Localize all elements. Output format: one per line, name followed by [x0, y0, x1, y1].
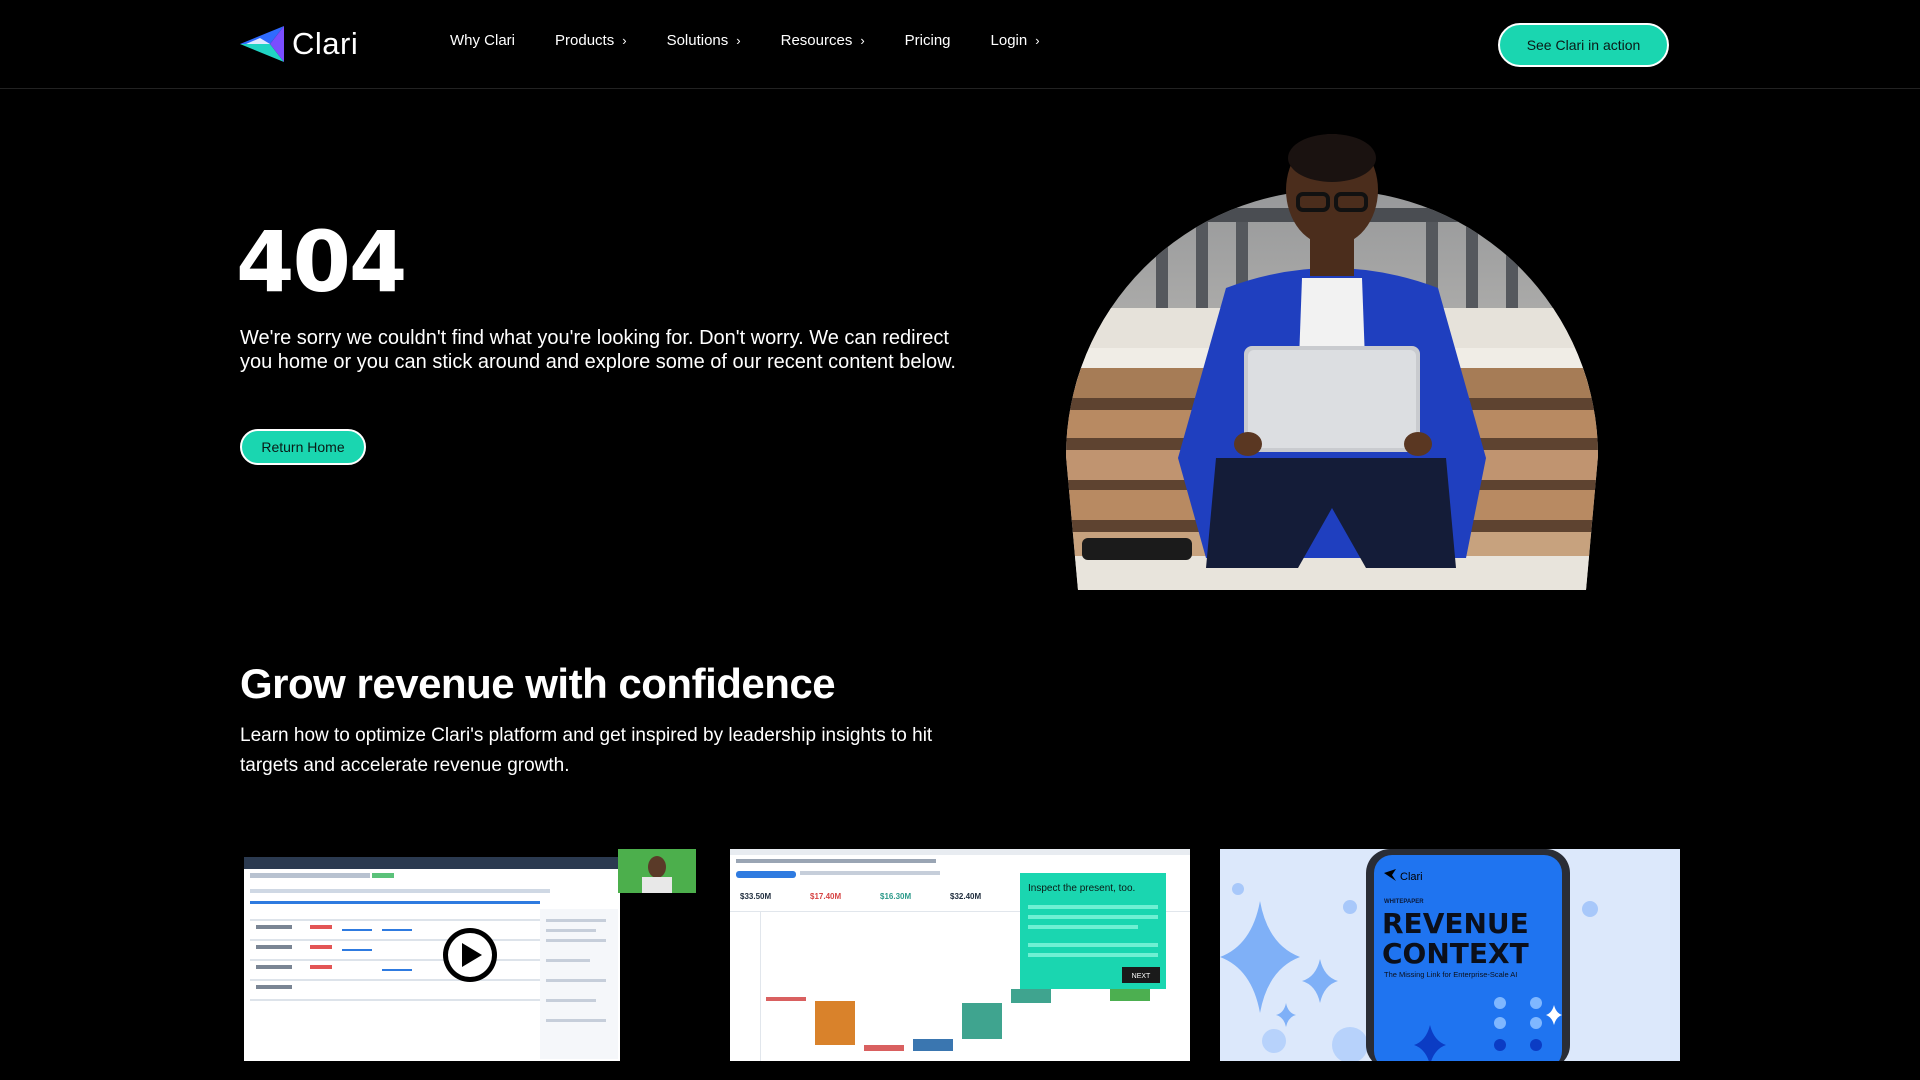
- content-card-pipeline[interactable]: $33.50M $17.40M $16.30M $32.40M Inspect …: [730, 849, 1190, 1061]
- whitepaper-title-line1: REVENUE: [1382, 907, 1529, 940]
- whitepaper-kicker: WHITEPAPER: [1384, 899, 1424, 905]
- nav-link-label: Resources: [780, 32, 853, 49]
- nav-link-why-clari[interactable]: Why Clari: [450, 32, 515, 49]
- whitepaper-thumbnail: Clari WHITEPAPER REVENUE CONTEXT The Mis…: [1220, 849, 1680, 1061]
- popup-next-label: NEXT: [1132, 973, 1151, 980]
- hero-photo: [1066, 134, 1598, 590]
- whitepaper-title-line2: CONTEXT: [1382, 937, 1529, 970]
- content-card-video[interactable]: [242, 849, 696, 1061]
- nav-link-label: Why Clari: [450, 32, 516, 49]
- nav-link-label: Products: [555, 32, 615, 49]
- metric-1: $33.50M: [740, 892, 771, 901]
- nav-link-label: Login: [990, 32, 1028, 49]
- section-title: Grow revenue with confidence: [240, 660, 836, 707]
- whitepaper-brand-text: Clari: [1400, 871, 1423, 883]
- section-description: Learn how to optimize Clari's platform a…: [240, 725, 933, 776]
- clari-logo[interactable]: Clari: [240, 22, 358, 66]
- play-icon: [443, 928, 497, 982]
- nav-link-solutions[interactable]: Solutions ›: [667, 32, 741, 49]
- top-navigation: Clari Why Clari Products › Solutions › R…: [0, 0, 1920, 89]
- content-card-whitepaper[interactable]: Clari WHITEPAPER REVENUE CONTEXT The Mis…: [1220, 849, 1680, 1061]
- clari-logo-icon: [240, 26, 284, 62]
- metric-4: $32.40M: [950, 892, 981, 901]
- nav-link-label: Solutions: [666, 32, 729, 49]
- chevron-right-icon: ›: [860, 33, 865, 48]
- chevron-right-icon: ›: [736, 33, 741, 48]
- error-message: We're sorry we couldn't find what you're…: [240, 327, 956, 373]
- logo-text: Clari: [292, 26, 359, 61]
- whitepaper-subtitle: The Missing Link for Enterprise-Scale AI: [1384, 970, 1517, 979]
- chevron-right-icon: ›: [1035, 33, 1040, 48]
- video-thumbnail: [242, 849, 696, 1061]
- popup-text: Inspect the present, too.: [1028, 883, 1135, 894]
- nav-links: Why Clari Products › Solutions › Resourc…: [450, 32, 1080, 49]
- chevron-right-icon: ›: [622, 33, 627, 48]
- tour-popup: Inspect the present, too. NEXT: [1020, 873, 1166, 989]
- nav-link-login[interactable]: Login ›: [991, 32, 1040, 49]
- metric-2: $17.40M: [810, 892, 841, 901]
- nav-link-pricing[interactable]: Pricing: [905, 32, 951, 49]
- error-code-heading: 404: [236, 213, 407, 311]
- pipeline-thumbnail: $33.50M $17.40M $16.30M $32.40M Inspect …: [730, 849, 1190, 1061]
- nav-link-products[interactable]: Products ›: [555, 32, 627, 49]
- nav-link-resources[interactable]: Resources ›: [781, 32, 865, 49]
- see-clari-in-action-button[interactable]: See Clari in action: [1498, 23, 1669, 67]
- metric-3: $16.30M: [880, 892, 911, 901]
- return-home-button[interactable]: Return Home: [240, 429, 366, 465]
- nav-link-label: Pricing: [904, 32, 951, 49]
